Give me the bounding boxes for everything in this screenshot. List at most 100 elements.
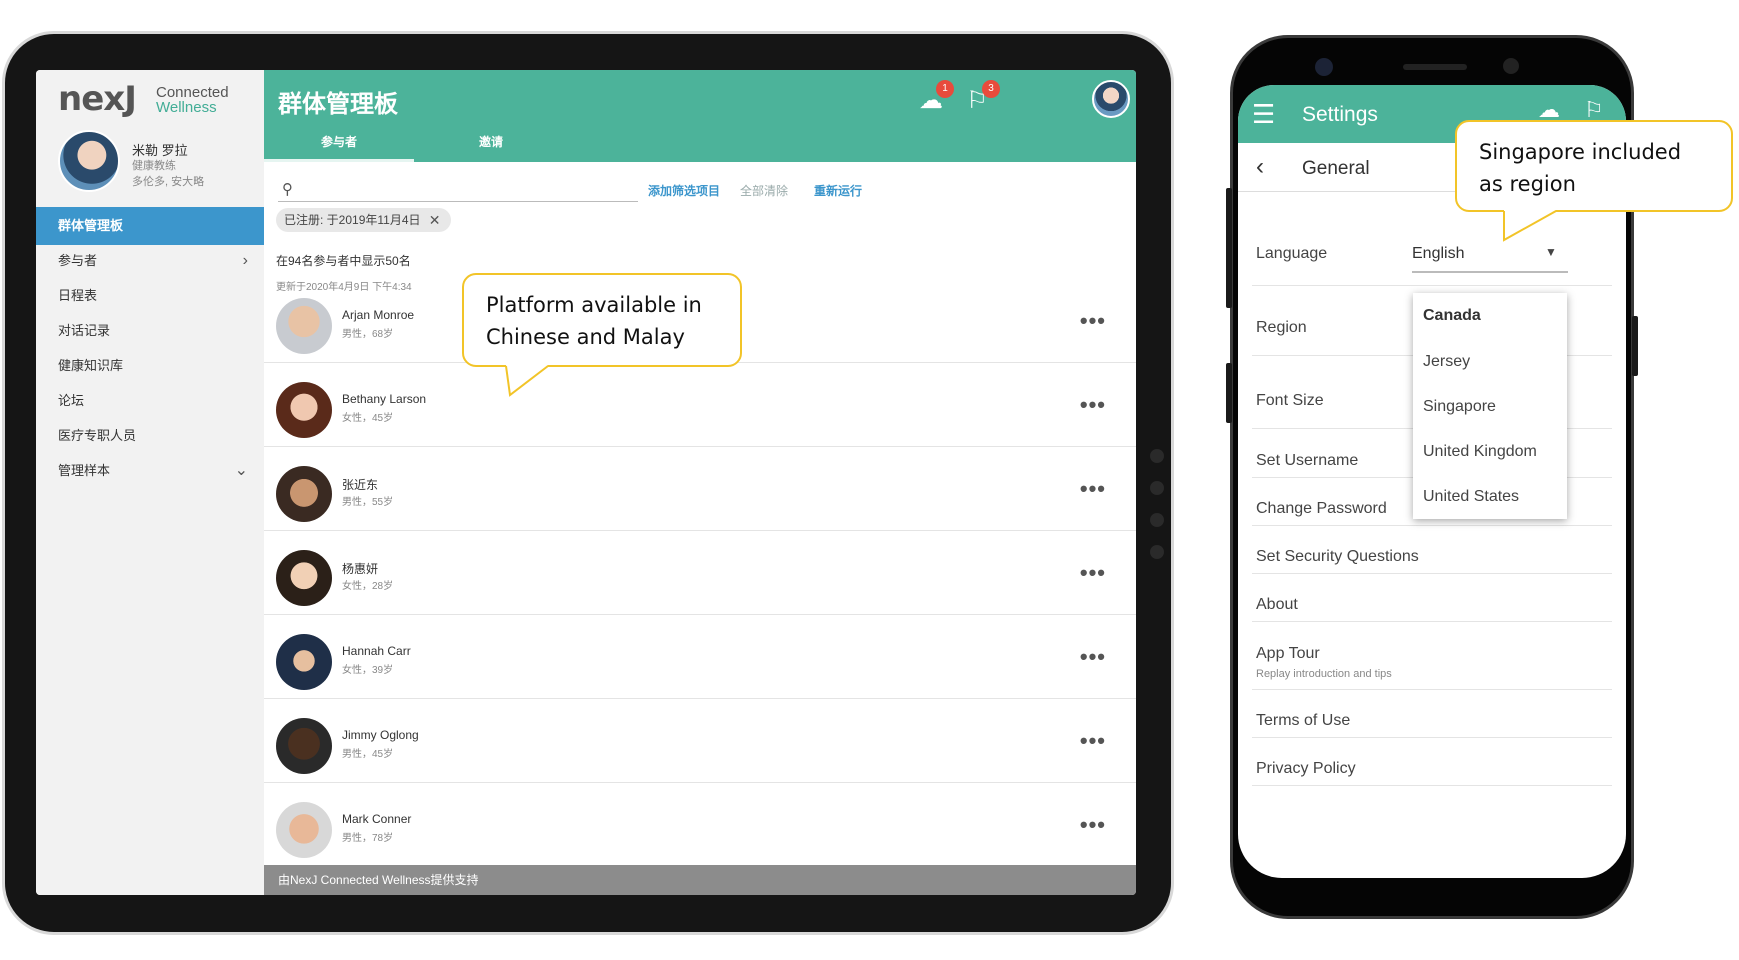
- sidebar-item-professionals[interactable]: 医疗专职人员: [36, 417, 264, 455]
- phone-speaker: [1403, 64, 1467, 70]
- logo-sub-2: Wellness: [156, 99, 217, 116]
- sidebar-item-schedule[interactable]: 日程表: [36, 277, 264, 315]
- user-avatar[interactable]: [1092, 80, 1130, 118]
- avatar: [276, 382, 332, 438]
- tab-invitations[interactable]: 邀请: [416, 130, 566, 162]
- sidebar-item-conversations[interactable]: 对话记录: [36, 312, 264, 350]
- language-select[interactable]: English: [1412, 245, 1464, 263]
- back-arrow-icon[interactable]: ‹: [1256, 153, 1264, 181]
- setting-change-password[interactable]: Change Password: [1256, 500, 1387, 518]
- rerun-link[interactable]: 重新运行: [814, 182, 862, 199]
- callout-region: Singapore included as region: [1455, 120, 1733, 212]
- region-option-jersey[interactable]: Jersey: [1423, 353, 1470, 371]
- footer-bar: 由NexJ Connected Wellness提供支持: [264, 865, 1136, 895]
- close-icon[interactable]: ✕: [429, 208, 441, 232]
- callout-line: Chinese and Malay: [486, 325, 685, 349]
- setting-app-tour[interactable]: App Tour: [1256, 645, 1320, 663]
- page-title: 群体管理板: [278, 91, 398, 118]
- setting-privacy[interactable]: Privacy Policy: [1256, 760, 1356, 778]
- sidebar-item-label: 医疗专职人员: [58, 428, 137, 443]
- chevron-right-icon: ›: [242, 252, 248, 269]
- setting-terms[interactable]: Terms of Use: [1256, 712, 1350, 730]
- callout-language: Platform available in Chinese and Malay: [462, 273, 742, 367]
- flag-button[interactable]: ⚐ 3: [962, 80, 1000, 116]
- phone-side-button: [1226, 363, 1232, 423]
- table-row[interactable]: 杨惠妍 女性，28岁 •••: [264, 540, 1136, 615]
- participant-meta: 女性，28岁: [342, 581, 394, 592]
- sidebar-item-dashboard[interactable]: 群体管理板: [36, 207, 264, 245]
- callout-language-text: Platform available in Chinese and Malay: [486, 289, 702, 353]
- app-header: 群体管理板 参与者 邀请 ☁ 1 ⚐ 3: [264, 70, 1136, 162]
- phone-sensor: [1503, 58, 1519, 74]
- sidebar-item-forum[interactable]: 论坛: [36, 382, 264, 420]
- avatar: [276, 550, 332, 606]
- participant-name: Hannah Carr: [342, 644, 411, 658]
- sidebar-item-manage-samples[interactable]: 管理样本 ⌄: [36, 452, 264, 490]
- avatar: [276, 298, 332, 354]
- setting-security-questions[interactable]: Set Security Questions: [1256, 548, 1419, 566]
- more-options-icon[interactable]: •••: [1080, 308, 1106, 334]
- chat-button[interactable]: ☁ 1: [916, 80, 954, 116]
- phone-camera: [1315, 58, 1333, 76]
- sidebar-item-label: 论坛: [58, 393, 85, 408]
- more-options-icon[interactable]: •••: [1080, 728, 1106, 754]
- search-input[interactable]: [278, 172, 638, 202]
- section-title: General: [1302, 158, 1370, 179]
- tab-participants[interactable]: 参与者: [264, 130, 414, 162]
- divider: [1252, 737, 1612, 738]
- sidebar-item-label: 参与者: [58, 253, 98, 268]
- more-options-icon[interactable]: •••: [1080, 476, 1106, 502]
- logo-subtitle: Connected Wellness: [156, 85, 229, 115]
- setting-font-size[interactable]: Font Size: [1256, 392, 1324, 410]
- profile-location: 多伦多, 安大略: [132, 176, 205, 188]
- result-count: 在94名参与者中显示50名: [276, 254, 411, 268]
- phone-volume-button: [1226, 188, 1232, 308]
- table-row[interactable]: 张近东 男性，55岁 •••: [264, 456, 1136, 531]
- settings-title: Settings: [1302, 103, 1378, 126]
- dropdown-arrow-icon[interactable]: ▼: [1545, 245, 1557, 259]
- tab-label: 参与者: [320, 135, 357, 149]
- region-option-united-kingdom[interactable]: United Kingdom: [1423, 443, 1537, 461]
- sidebar-item-label: 群体管理板: [58, 218, 124, 233]
- callout-line: Singapore included: [1479, 140, 1682, 164]
- callout-language-pointer: [505, 365, 549, 397]
- sidebar-item-participants[interactable]: 参与者 ›: [36, 242, 264, 280]
- participant-name: Bethany Larson: [342, 392, 427, 406]
- more-options-icon[interactable]: •••: [1080, 392, 1106, 418]
- more-options-icon[interactable]: •••: [1080, 812, 1106, 838]
- region-option-singapore[interactable]: Singapore: [1423, 398, 1496, 416]
- participant-name: Arjan Monroe: [342, 308, 415, 322]
- clear-all-link[interactable]: 全部清除: [740, 182, 788, 199]
- setting-set-username[interactable]: Set Username: [1256, 452, 1358, 470]
- table-row[interactable]: Bethany Larson 女性，45岁 •••: [264, 372, 1136, 447]
- profile-role: 健康教练: [132, 160, 176, 172]
- phone-power-button: [1632, 316, 1638, 376]
- divider: [1252, 525, 1612, 526]
- add-filter-link[interactable]: 添加筛选项目: [648, 182, 720, 199]
- table-row[interactable]: Hannah Carr 女性，39岁 •••: [264, 624, 1136, 699]
- divider: [1252, 573, 1612, 574]
- sidebar-item-label: 日程表: [58, 288, 98, 303]
- participant-name: 杨惠妍: [342, 562, 379, 576]
- chat-badge: 1: [936, 80, 954, 98]
- callout-line: as region: [1479, 172, 1576, 196]
- main-panel: 群体管理板 参与者 邀请 ☁ 1 ⚐ 3 ⚲ 添加筛选项目 全部清除 重新运行 …: [264, 70, 1136, 895]
- filter-chip-label: 已注册: 于2019年11月4日: [284, 213, 421, 227]
- avatar: [276, 718, 332, 774]
- profile-avatar[interactable]: [58, 130, 120, 192]
- region-dropdown[interactable]: Canada Jersey Singapore United Kingdom U…: [1413, 293, 1567, 519]
- more-options-icon[interactable]: •••: [1080, 644, 1106, 670]
- setting-about[interactable]: About: [1256, 596, 1298, 614]
- table-row[interactable]: Jimmy Oglong 男性，45岁 •••: [264, 708, 1136, 783]
- participant-name: Mark Conner: [342, 812, 412, 826]
- sidebar-item-library[interactable]: 健康知识库: [36, 347, 264, 385]
- region-option-united-states[interactable]: United States: [1423, 488, 1519, 506]
- filter-chip: 已注册: 于2019年11月4日 ✕: [276, 208, 451, 232]
- more-options-icon[interactable]: •••: [1080, 560, 1106, 586]
- participant-meta: 男性，68岁: [342, 329, 394, 340]
- participant-meta: 男性，55岁: [342, 497, 394, 508]
- chevron-down-icon: ⌄: [234, 462, 248, 479]
- hamburger-menu-icon[interactable]: ☰: [1252, 99, 1275, 129]
- table-row[interactable]: Mark Conner 男性，78岁 •••: [264, 792, 1136, 867]
- region-option-canada[interactable]: Canada: [1423, 307, 1481, 325]
